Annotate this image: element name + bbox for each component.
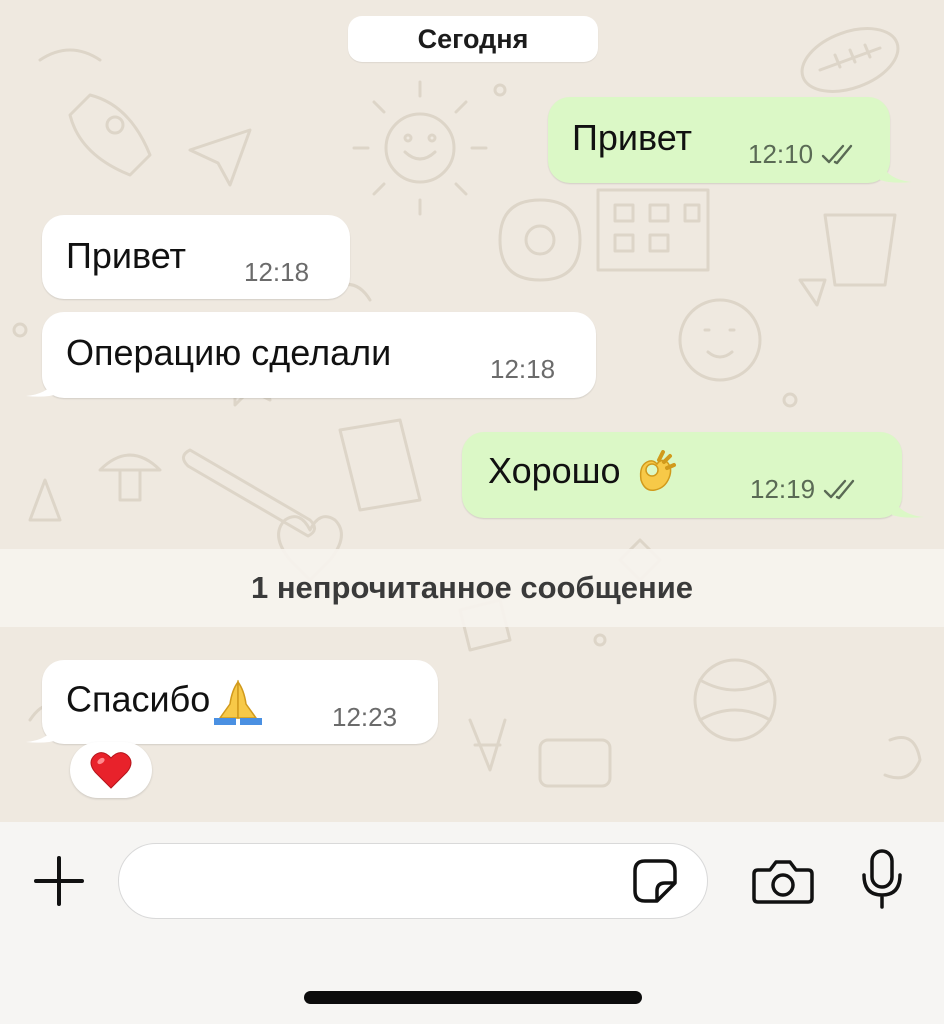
camera-button[interactable]	[748, 852, 818, 910]
message-text: Привет	[572, 117, 693, 158]
home-indicator[interactable]	[304, 991, 642, 1004]
bubble-tail	[880, 162, 912, 183]
message-input-field[interactable]	[118, 843, 708, 919]
message-input[interactable]	[143, 858, 623, 904]
sticker-button[interactable]	[630, 856, 680, 906]
message-text: Операцию сделали	[66, 332, 392, 373]
message-time: 12:10	[748, 139, 859, 170]
folded-hands-icon	[214, 679, 263, 725]
camera-icon	[752, 860, 814, 904]
microphone-button[interactable]	[854, 846, 910, 912]
message-time: 12:19	[750, 474, 861, 505]
message-bubble-outgoing[interactable]: Хорошо 12:19	[462, 432, 902, 518]
bubble-tail	[26, 722, 58, 743]
red-heart-icon	[90, 752, 132, 789]
message-time: 12:18	[244, 257, 310, 287]
message-bubble-incoming[interactable]: Привет 12:18	[42, 215, 350, 299]
read-ticks-icon	[821, 144, 853, 164]
message-text: Спасибо	[66, 678, 266, 726]
read-ticks-icon	[823, 479, 855, 499]
unread-messages-divider: 1 непрочитанное сообщение	[0, 549, 944, 627]
message-bubble-incoming[interactable]: Операцию сделали 12:18	[42, 312, 596, 398]
message-reaction[interactable]	[70, 742, 152, 798]
bubble-tail	[892, 497, 924, 518]
message-bubble-outgoing[interactable]: Привет 12:10	[548, 97, 890, 183]
message-bubble-incoming[interactable]: Спасибо 12:23	[42, 660, 438, 744]
message-text: Хорошо	[488, 450, 677, 496]
message-text: Привет	[66, 235, 187, 276]
message-time: 12:23	[332, 702, 398, 732]
sticker-icon	[633, 859, 677, 903]
plus-icon	[34, 856, 84, 906]
ok-hand-icon	[639, 450, 676, 492]
attach-button[interactable]	[30, 852, 88, 910]
bubble-tail	[26, 376, 58, 397]
microphone-icon	[862, 849, 902, 909]
date-separator: Сегодня	[348, 16, 598, 62]
message-time: 12:18	[490, 354, 556, 384]
